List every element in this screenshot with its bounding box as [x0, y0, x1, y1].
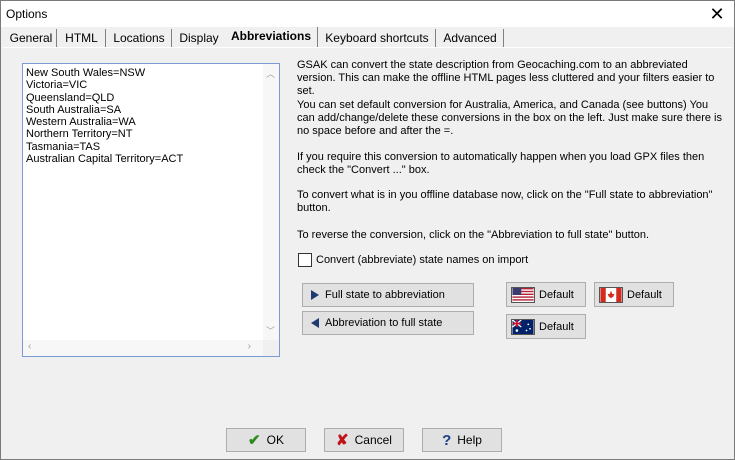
- default-us-label: Default: [539, 288, 574, 301]
- tab-advanced[interactable]: Advanced: [437, 29, 504, 47]
- help-text-2: You can set default conversion for Austr…: [297, 99, 722, 137]
- close-icon: ✕: [709, 3, 725, 24]
- arrow-left-icon: [311, 318, 319, 328]
- us-flag-icon: [511, 286, 535, 303]
- help-text-3: If you require this conversion to automa…: [297, 151, 705, 176]
- tab-html[interactable]: HTML: [58, 29, 106, 47]
- horizontal-scrollbar[interactable]: ‹ ›: [23, 340, 263, 356]
- options-window: Options ✕ General HTML Locations Display…: [0, 0, 735, 460]
- arrow-right-icon: [311, 290, 319, 300]
- x-icon: ✘: [336, 432, 349, 449]
- default-australia-button[interactable]: Default: [506, 314, 586, 339]
- default-canada-button[interactable]: Default: [594, 282, 674, 307]
- scroll-left-icon[interactable]: ‹: [28, 341, 31, 352]
- help-button[interactable]: ? Help: [422, 428, 502, 452]
- scroll-right-icon[interactable]: ›: [248, 341, 251, 352]
- scrollbar-corner: [263, 340, 279, 356]
- convert-on-import-row[interactable]: Convert (abbreviate) state names on impo…: [298, 253, 528, 267]
- abbreviation-line: South Australia=SA: [26, 103, 122, 116]
- australia-flag-icon: [511, 318, 535, 335]
- ok-label: OK: [266, 433, 284, 447]
- full-to-abbreviation-button[interactable]: Full state to abbreviation: [302, 283, 474, 307]
- abbreviation-line: Western Australia=WA: [26, 116, 136, 129]
- default-australia-label: Default: [539, 320, 574, 333]
- abbreviation-line: Northern Territory=NT: [26, 128, 133, 141]
- tab-general[interactable]: General: [6, 29, 57, 47]
- abbreviations-textarea[interactable]: New South Wales=NSW Victoria=VIC Queensl…: [22, 63, 280, 357]
- ok-button[interactable]: ✔ OK: [226, 428, 306, 452]
- help-text-4: To convert what is in you offline databa…: [297, 189, 713, 214]
- cancel-label: Cancel: [354, 433, 392, 447]
- tab-abbreviations[interactable]: Abbreviations: [225, 27, 318, 47]
- help-text-1: GSAK can convert the state description f…: [297, 59, 715, 97]
- abbreviation-line: Australian Capital Territory=ACT: [26, 153, 184, 166]
- vertical-scrollbar[interactable]: ︿ ﹀: [263, 64, 279, 340]
- help-label: Help: [457, 433, 482, 447]
- title-bar: Options ✕: [1, 1, 734, 27]
- full-to-abbreviation-label: Full state to abbreviation: [325, 289, 445, 301]
- question-icon: ?: [442, 431, 452, 449]
- tab-keyboard-shortcuts[interactable]: Keyboard shortcuts: [319, 29, 436, 47]
- abbreviation-lines: New South Wales=NSW Victoria=VIC Queensl…: [26, 67, 183, 165]
- close-button[interactable]: ✕: [700, 1, 734, 27]
- tab-locations[interactable]: Locations: [107, 29, 172, 47]
- convert-on-import-label: Convert (abbreviate) state names on impo…: [316, 254, 529, 266]
- tab-display[interactable]: Display: [173, 29, 226, 47]
- abbreviation-line: Queensland=QLD: [26, 91, 115, 104]
- abbreviation-to-full-button[interactable]: Abbreviation to full state: [302, 311, 474, 335]
- window-title: Options: [6, 7, 48, 21]
- abbreviation-line: Tasmania=TAS: [26, 140, 101, 153]
- scroll-up-icon[interactable]: ︿: [266, 67, 275, 80]
- abbreviation-to-full-label: Abbreviation to full state: [325, 317, 443, 329]
- help-text-5: To reverse the conversion, click on the …: [297, 229, 650, 241]
- default-canada-label: Default: [627, 288, 662, 301]
- abbreviation-line: New South Wales=NSW: [26, 67, 146, 79]
- abbreviation-line: Victoria=VIC: [26, 79, 88, 92]
- convert-on-import-checkbox[interactable]: [298, 253, 312, 267]
- canada-flag-icon: [599, 286, 623, 303]
- check-icon: ✔: [248, 432, 261, 449]
- default-us-button[interactable]: Default: [506, 282, 586, 307]
- cancel-button[interactable]: ✘ Cancel: [324, 428, 404, 452]
- scroll-down-icon[interactable]: ﹀: [266, 324, 275, 337]
